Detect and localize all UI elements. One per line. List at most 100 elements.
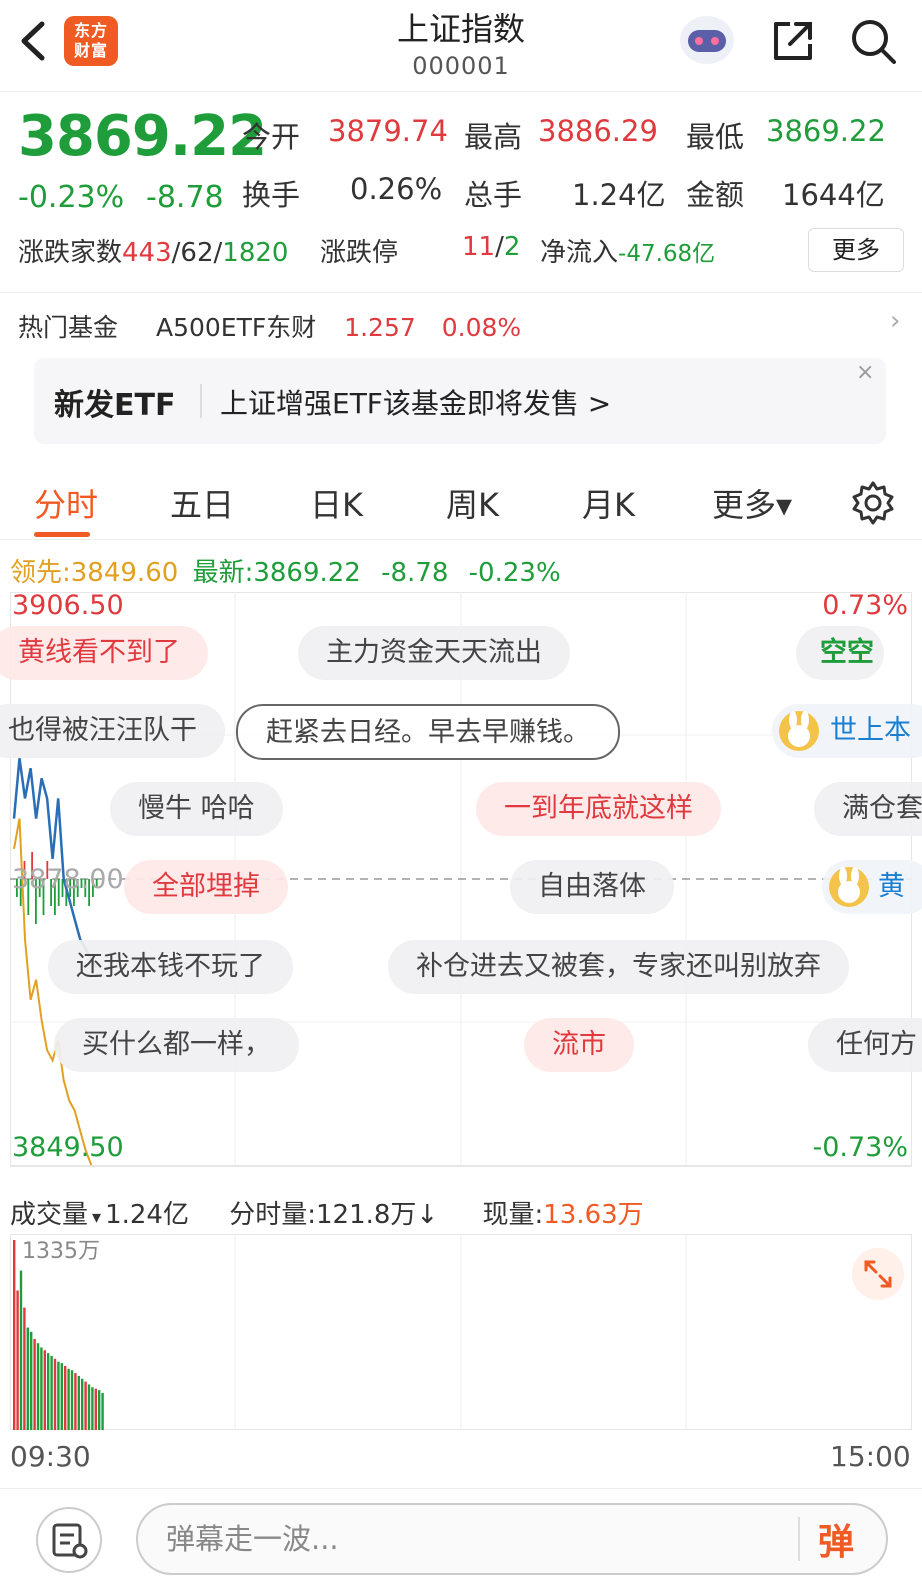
banner-text: 上证增强ETF该基金即将发售 > bbox=[220, 387, 612, 420]
low-value: 3869.22 bbox=[766, 114, 886, 148]
share-icon[interactable] bbox=[770, 18, 816, 64]
chart-tabs: 分时 五日 日K 周K 月K 更多▾ bbox=[0, 470, 922, 540]
banner-tag: 新发ETF bbox=[54, 388, 176, 423]
volume-bar bbox=[13, 1240, 16, 1430]
danmaku-send-button[interactable]: 弹 bbox=[818, 1513, 882, 1569]
volume-bar bbox=[87, 1384, 91, 1430]
volume-bar bbox=[19, 1270, 23, 1430]
expand-icon[interactable] bbox=[852, 1248, 904, 1300]
y-top-label: 3906.50 bbox=[12, 592, 124, 621]
high-label: 最高 bbox=[464, 120, 523, 154]
gear-icon[interactable] bbox=[850, 480, 896, 526]
close-icon[interactable]: × bbox=[856, 360, 874, 385]
turnover-value: 0.26% bbox=[350, 172, 443, 206]
volume-bar bbox=[91, 1387, 94, 1430]
danmaku-item[interactable]: 满仓套 bbox=[814, 782, 922, 836]
volume-bar bbox=[33, 1338, 36, 1430]
volume-selector[interactable]: 成交量 ▾ bbox=[10, 1200, 105, 1230]
volume-bar bbox=[64, 1365, 67, 1430]
danmaku-item[interactable]: 一到年底就这样 bbox=[476, 782, 721, 836]
top-header: 东方 财富 上证指数 000001 bbox=[0, 0, 922, 92]
net-inflow: 净流入-47.68亿 bbox=[540, 238, 716, 268]
volume-bar bbox=[23, 1307, 26, 1430]
change-value: -8.78 bbox=[146, 180, 224, 215]
danmaku-item[interactable]: 任何方 bbox=[808, 1018, 922, 1072]
amount-value: 1644亿 bbox=[782, 178, 885, 212]
lead-latest-line: 领先:3849.60 最新:3869.22 -8.78 -0.23% bbox=[10, 558, 561, 588]
pct-bottom-label: -0.73% bbox=[812, 1132, 908, 1163]
y-mid-label: 3878.00 bbox=[12, 864, 124, 895]
tab-five-day[interactable]: 五日 bbox=[170, 480, 234, 526]
volume-bar bbox=[74, 1373, 77, 1430]
tab-daily-k[interactable]: 日K bbox=[310, 480, 363, 526]
robot-assistant-icon[interactable] bbox=[678, 14, 736, 66]
fund-price: 1.257 bbox=[344, 313, 416, 342]
volume-header: 成交量 ▾ 1.24亿 分时量:121.8万↓ 现量:13.63万 bbox=[10, 1200, 644, 1230]
volume-max-label: 1335万 bbox=[22, 1239, 100, 1264]
volume-bar bbox=[26, 1327, 29, 1430]
volume-bar bbox=[57, 1361, 60, 1430]
comment-list-icon[interactable] bbox=[36, 1507, 102, 1573]
danmaku-item[interactable]: 赶紧去日经。早去早赚钱。 bbox=[236, 704, 620, 760]
time-end-label: 15:00 bbox=[830, 1440, 911, 1473]
danmaku-item[interactable]: 空空 bbox=[796, 626, 884, 680]
active-tab-indicator bbox=[34, 532, 90, 537]
more-stats-button[interactable]: 更多 bbox=[808, 228, 904, 272]
fund-name: A500ETF东财 bbox=[155, 313, 317, 342]
volume-label: 总手 bbox=[464, 178, 523, 212]
tab-more[interactable]: 更多▾ bbox=[712, 480, 792, 526]
fund-pct: 0.08% bbox=[441, 313, 522, 342]
turnover-label: 换手 bbox=[242, 178, 301, 212]
divider bbox=[200, 384, 202, 418]
open-label: 今开 bbox=[242, 120, 301, 154]
high-value: 3886.29 bbox=[538, 114, 658, 148]
danmaku-item[interactable]: 黄线看不到了 bbox=[0, 626, 208, 680]
volume-bar bbox=[43, 1350, 46, 1430]
danmaku-item[interactable]: 主力资金天天流出 bbox=[298, 626, 570, 680]
volume-bar bbox=[70, 1370, 74, 1430]
volume-bar bbox=[16, 1290, 19, 1430]
volume-bar bbox=[67, 1368, 70, 1430]
new-etf-banner[interactable]: 新发ETF 上证增强ETF该基金即将发售 > × bbox=[34, 358, 886, 444]
volume-bar bbox=[30, 1331, 33, 1430]
breadth-flat: 62 bbox=[180, 238, 214, 268]
danmaku-item[interactable]: 买什么都一样， bbox=[54, 1018, 299, 1072]
danmaku-input[interactable]: 弹幕走一波... bbox=[136, 1503, 888, 1575]
danmaku-item[interactable]: 自由落体 bbox=[510, 860, 674, 914]
volume-bar bbox=[101, 1392, 104, 1430]
change-percent: -0.23% bbox=[18, 180, 125, 215]
volume-chart[interactable]: 1335万 bbox=[10, 1234, 912, 1430]
danmaku-item[interactable]: 慢牛 哈哈 bbox=[110, 782, 283, 836]
tab-intraday[interactable]: 分时 bbox=[34, 480, 98, 526]
limit-values: 11/2 bbox=[462, 232, 521, 262]
hot-fund-row[interactable]: 热门基金 A500ETF东财 1.257 0.08% bbox=[18, 308, 521, 344]
tab-monthly-k[interactable]: 月K bbox=[582, 480, 635, 526]
danmaku-item[interactable]: 还我本钱不玩了 bbox=[48, 940, 293, 994]
danmaku-item[interactable]: 全部埋掉 bbox=[124, 860, 288, 914]
danmaku-item[interactable]: 也得被汪汪队干 bbox=[0, 704, 225, 758]
divider bbox=[798, 1517, 800, 1561]
price-line-series bbox=[12, 758, 98, 969]
volume-bar bbox=[53, 1358, 57, 1430]
chevron-right-icon[interactable]: › bbox=[890, 306, 900, 336]
volume-bar bbox=[36, 1343, 40, 1430]
volume-bar bbox=[60, 1363, 63, 1430]
pct-top-label: 0.73% bbox=[822, 592, 908, 621]
low-label: 最低 bbox=[686, 120, 745, 154]
limit-stats: 涨跌停 bbox=[320, 238, 399, 268]
rabbit-avatar-icon bbox=[829, 867, 869, 907]
current-price: 3869.22 bbox=[18, 104, 267, 169]
volume-bar bbox=[50, 1355, 53, 1430]
amount-label: 金额 bbox=[686, 178, 745, 212]
volume-value: 1.24亿 bbox=[572, 178, 666, 212]
search-icon[interactable] bbox=[848, 16, 898, 66]
danmaku-item[interactable]: 流市 bbox=[524, 1018, 634, 1072]
volume-bar bbox=[77, 1375, 80, 1430]
time-start-label: 09:30 bbox=[10, 1440, 91, 1473]
tab-weekly-k[interactable]: 周K bbox=[446, 480, 499, 526]
danmaku-item[interactable]: 补仓进去又被套，专家还叫别放弃 bbox=[388, 940, 849, 994]
volume-bar bbox=[47, 1353, 50, 1430]
volume-bar bbox=[98, 1390, 101, 1430]
volume-bar bbox=[40, 1347, 43, 1430]
breadth-down: 1820 bbox=[222, 238, 289, 268]
